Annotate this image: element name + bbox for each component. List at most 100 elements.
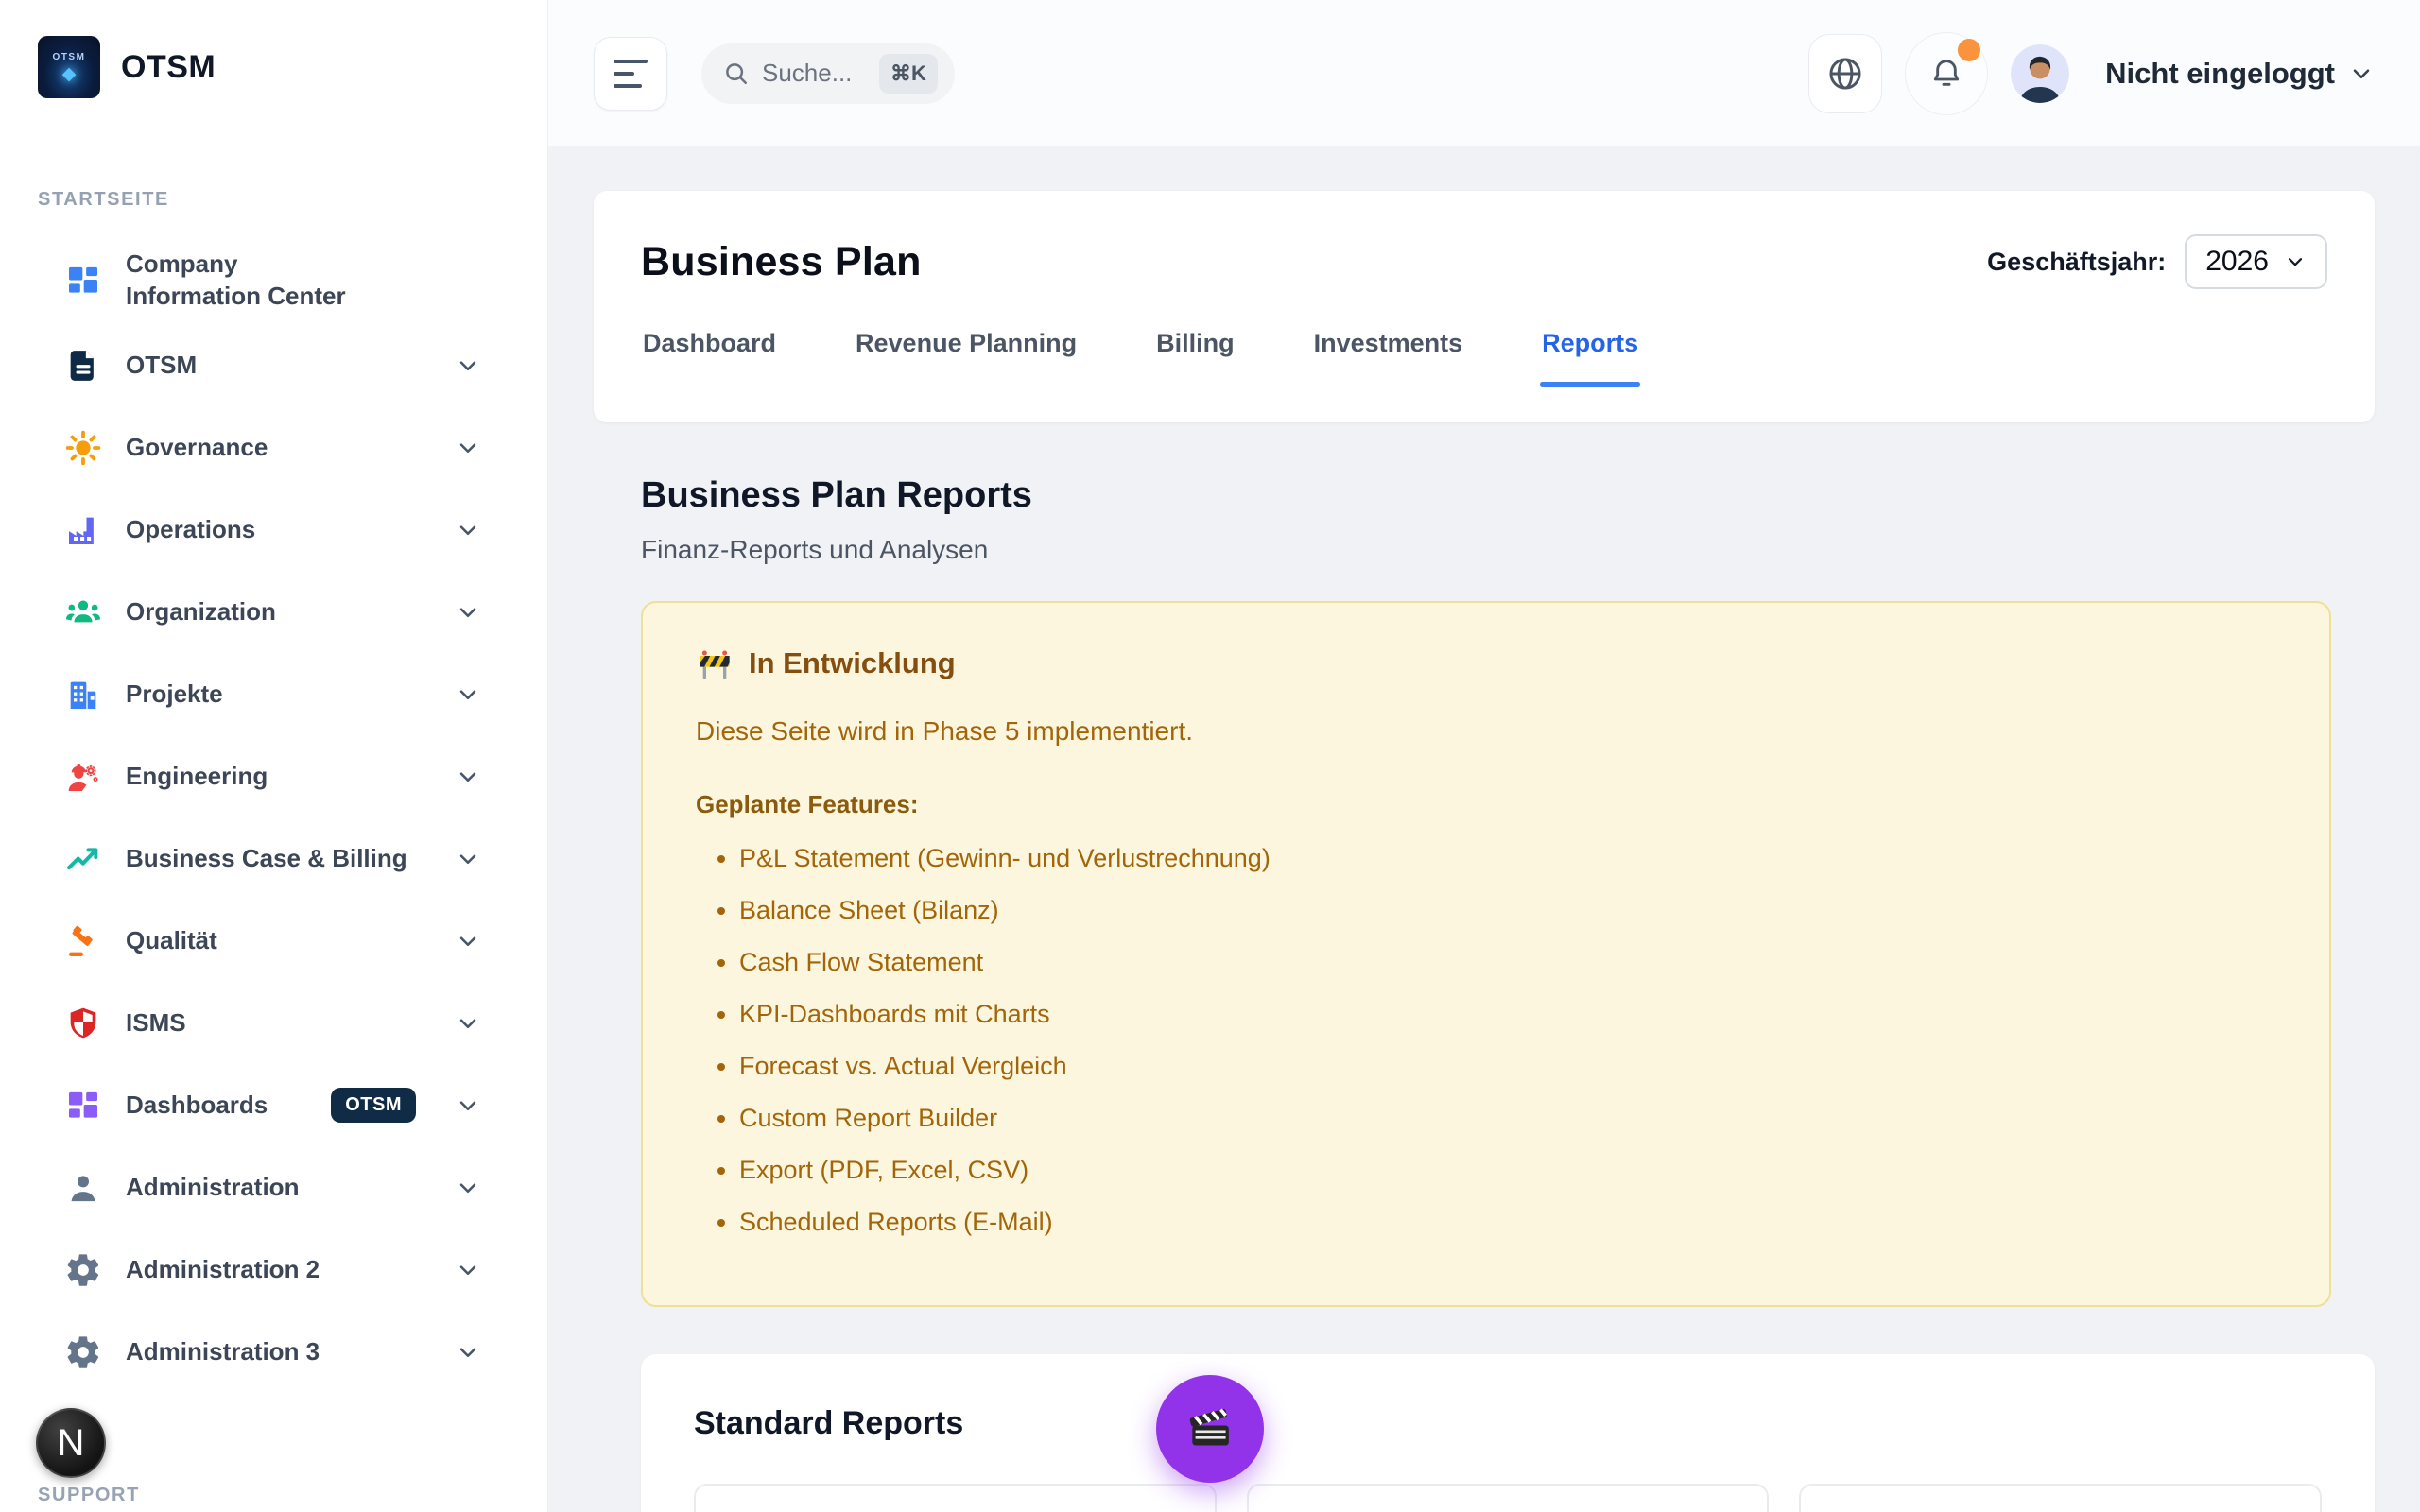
sidebar-item-operations[interactable]: Operations [38, 501, 547, 559]
chevron-down-icon [455, 599, 481, 626]
search-box[interactable]: ⌘K [701, 43, 955, 104]
chevron-down-icon [455, 435, 481, 461]
construction-icon [696, 644, 734, 682]
chevron-down-icon [2348, 60, 2375, 87]
chevron-down-icon [455, 846, 481, 872]
feature-item: Custom Report Builder [739, 1104, 2276, 1133]
search-icon [722, 60, 751, 88]
sidebar-item-otsm[interactable]: OTSM [38, 336, 547, 395]
tab-bar: Dashboard Revenue Planning Billing Inves… [641, 329, 2327, 387]
sidebar-item-organization[interactable]: Organization [38, 583, 547, 642]
notifications-button[interactable] [1905, 32, 1988, 115]
avatar[interactable] [2011, 44, 2069, 103]
chevron-down-icon [2284, 250, 2307, 273]
document-icon [64, 347, 102, 385]
sidebar-item-governance[interactable]: Governance [38, 419, 547, 477]
content-area: Business Plan Geschäftsjahr: 2026 Dashbo… [548, 146, 2420, 1512]
factory-icon [64, 511, 102, 549]
report-card[interactable] [1247, 1484, 1770, 1512]
language-button[interactable] [1808, 34, 1882, 113]
report-row: $ [694, 1484, 2322, 1512]
sidebar-item-projekte[interactable]: Projekte [38, 665, 547, 724]
otsm-badge: OTSM [331, 1088, 416, 1123]
app-window: OTSM OTSM STARTSEITE Company Information… [0, 0, 2420, 1512]
report-card[interactable]: $ [1799, 1484, 2322, 1512]
sidebar-item-administration-2[interactable]: Administration 2 [38, 1241, 547, 1299]
feature-item: Cash Flow Statement [739, 948, 2276, 977]
clapperboard-icon [1184, 1402, 1236, 1455]
sidebar-item-company-information-center[interactable]: Company Information Center [38, 249, 547, 313]
chevron-down-icon [455, 1010, 481, 1037]
globe-icon [1825, 54, 1865, 94]
notification-dot [1958, 39, 1980, 61]
feature-item: Balance Sheet (Bilanz) [739, 896, 2276, 925]
fiscal-year-value: 2026 [2205, 246, 2269, 278]
sidebar: OTSM OTSM STARTSEITE Company Information… [0, 0, 548, 1512]
business-plan-card: Business Plan Geschäftsjahr: 2026 Dashbo… [594, 191, 2375, 422]
grid-purple-icon [64, 1087, 102, 1125]
fiscal-year-group: Geschäftsjahr: 2026 [1987, 234, 2327, 289]
gear-icon [64, 1251, 102, 1289]
sidebar-item-administration-3[interactable]: Administration 3 [38, 1323, 547, 1382]
brand-name: OTSM [121, 49, 216, 86]
bell-icon [1927, 55, 1965, 93]
features-label: Geplante Features: [696, 790, 2276, 819]
people-icon [64, 593, 102, 631]
main-column: ⌘K Nicht eingeloggt Business Plan [548, 0, 2420, 1512]
person-icon [64, 1169, 102, 1207]
sun-icon [64, 429, 102, 467]
notice-title: In Entwicklung [749, 646, 956, 680]
reports-heading: Business Plan Reports [641, 475, 2373, 516]
feature-item: Forecast vs. Actual Vergleich [739, 1052, 2276, 1081]
logo-text: OTSM [53, 52, 86, 62]
sidebar-item-dashboards[interactable]: Dashboards OTSM [38, 1076, 547, 1135]
grid-blue-icon [64, 262, 102, 300]
features-list: P&L Statement (Gewinn- und Verlustrechnu… [696, 844, 2276, 1237]
sidebar-nav: Company Information Center OTSM Governan… [0, 249, 547, 1382]
standard-reports-card: Standard Reports $ [641, 1354, 2375, 1512]
fab-clapperboard-button[interactable] [1156, 1375, 1264, 1483]
gavel-icon [64, 922, 102, 960]
feature-item: KPI-Dashboards mit Charts [739, 1000, 2276, 1029]
in-development-notice: In Entwicklung Diese Seite wird in Phase… [641, 601, 2331, 1307]
shield-icon [64, 1005, 102, 1042]
tab-investments[interactable]: Investments [1312, 329, 1465, 387]
chevron-down-icon [455, 1092, 481, 1119]
sidebar-toggle-button[interactable] [594, 37, 667, 111]
feature-item: Scheduled Reports (E-Mail) [739, 1208, 2276, 1237]
sidebar-item-administration[interactable]: Administration [38, 1159, 547, 1217]
sidebar-item-qualit-t[interactable]: Qualität [38, 912, 547, 971]
trend-icon [64, 840, 102, 878]
sidebar-item-isms[interactable]: ISMS [38, 994, 547, 1053]
dev-indicator-badge[interactable]: N [36, 1408, 106, 1478]
fiscal-year-label: Geschäftsjahr: [1987, 248, 2166, 277]
butterfly-glow-icon [62, 65, 77, 83]
feature-item: Export (PDF, Excel, CSV) [739, 1156, 2276, 1185]
tab-billing[interactable]: Billing [1154, 329, 1236, 387]
tab-reports[interactable]: Reports [1540, 329, 1640, 387]
sidebar-item-engineering[interactable]: Engineering [38, 747, 547, 806]
user-menu[interactable]: Nicht eingeloggt [2105, 57, 2375, 91]
notice-body: Diese Seite wird in Phase 5 implementier… [696, 716, 2276, 747]
brand-row[interactable]: OTSM OTSM [0, 0, 547, 98]
page-title: Business Plan [641, 239, 922, 285]
tab-dashboard[interactable]: Dashboard [641, 329, 778, 387]
sidebar-item-business-case-billing[interactable]: Business Case & Billing [38, 830, 547, 888]
menu-icon [614, 60, 648, 63]
gear-icon [64, 1333, 102, 1371]
reports-section-head: Business Plan Reports Finanz-Reports und… [641, 475, 2373, 565]
chevron-down-icon [455, 1257, 481, 1283]
chevron-down-icon [455, 928, 481, 954]
reports-subheading: Finanz-Reports und Analysen [641, 535, 2373, 565]
tab-revenue-planning[interactable]: Revenue Planning [854, 329, 1079, 387]
report-card[interactable] [694, 1484, 1217, 1512]
search-input[interactable] [762, 59, 868, 88]
engineer-icon [64, 758, 102, 796]
feature-item: P&L Statement (Gewinn- und Verlustrechnu… [739, 844, 2276, 873]
sidebar-section-startseite: STARTSEITE [38, 189, 547, 211]
chevron-down-icon [455, 681, 481, 708]
otsm-logo: OTSM [38, 36, 100, 98]
fiscal-year-select[interactable]: 2026 [2185, 234, 2327, 289]
topbar: ⌘K Nicht eingeloggt [548, 0, 2420, 146]
building-icon [64, 676, 102, 713]
